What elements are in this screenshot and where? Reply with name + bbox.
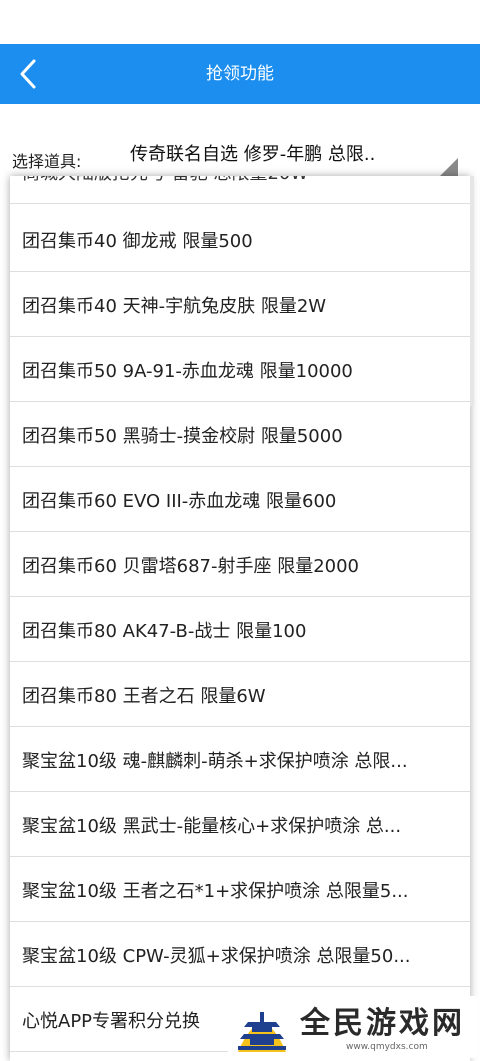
- dropdown-item-label: 团召集币60 EVO III-赤血龙魂 限量600: [22, 490, 337, 512]
- dropdown-item[interactable]: 团召集币80 王者之石 限量6W: [10, 663, 470, 727]
- dropdown-item-label: 团召集币80 王者之石 限量6W: [22, 685, 266, 707]
- dropdown-item-label: 团召集币50 黑骑士-摸金校尉 限量5000: [22, 425, 343, 447]
- dropdown-item[interactable]: 团召集币50 9A-91-赤血龙魂 限量10000: [10, 338, 470, 402]
- dropdown-item[interactable]: 聚宝盆10级 魂-麒麟刺-萌杀+求保护喷涂 总限...: [10, 728, 470, 792]
- page-title: 抢领功能: [206, 64, 274, 84]
- dropdown-item[interactable]: 聚宝盆10级 王者之石*1+求保护喷涂 总限量5...: [10, 858, 470, 922]
- dropdown-item-label: 聚宝盆10级 王者之石*1+求保护喷涂 总限量5...: [22, 880, 409, 902]
- scrollbar[interactable]: [470, 176, 474, 406]
- select-label: 选择道具:: [12, 152, 82, 171]
- dropdown-item[interactable]: 团召集币40 天神-宇航兔皮肤 限量2W: [10, 273, 470, 337]
- status-bar: [0, 0, 480, 44]
- dropdown-item[interactable]: 聚宝盆10级 CPW-灵狐+求保护喷涂 总限量50...: [10, 923, 470, 987]
- dropdown-item[interactable]: 团召集币60 EVO III-赤血龙魂 限量600: [10, 468, 470, 532]
- dropdown-item-label: 团召集币50 9A-91-赤血龙魂 限量10000: [22, 360, 353, 382]
- dropdown-item-label: 聚宝盆10级 黑武士-能量核心+求保护喷涂 总...: [22, 815, 402, 837]
- pagoda-logo-icon: [238, 1012, 286, 1052]
- watermark-url: www.qmydxs.com: [346, 1042, 428, 1052]
- dropdown-item-label: 团召集币80 AK47-B-战士 限量100: [22, 620, 307, 642]
- watermark-title: 全民游戏网: [300, 1006, 465, 1041]
- dropdown-item-label: 聚宝盆10级 CPW-灵狐+求保护喷涂 总限量50...: [22, 945, 411, 967]
- dropdown-item[interactable]: 团召集币40 御龙戒 限量500: [10, 208, 470, 272]
- dropdown-item-label: 团召集币40 天神-宇航兔皮肤 限量2W: [22, 295, 327, 317]
- dropdown-item-label: 商城大陆版抢先号 雷驰 总限量20W: [22, 176, 458, 185]
- item-select[interactable]: 传奇联名自选 修罗-年鹏 总限..: [130, 140, 430, 166]
- dropdown-item[interactable]: 聚宝盆10级 黑武士-能量核心+求保护喷涂 总...: [10, 793, 470, 857]
- dropdown-arrow-icon[interactable]: [440, 158, 458, 176]
- dropdown-item-label: 团召集币60 贝雷塔687-射手座 限量2000: [22, 555, 360, 577]
- dropdown-item-label: 团召集币40 御龙戒 限量500: [22, 230, 253, 252]
- watermark: 全民游戏网 www.qmydxs.com: [228, 996, 478, 1058]
- item-dropdown-list[interactable]: 商城大陆版抢先号 雷驰 总限量20W 团召集币40 御龙戒 限量500 团召集币…: [10, 176, 470, 1061]
- dropdown-item[interactable]: 团召集币80 AK47-B-战士 限量100: [10, 598, 470, 662]
- dropdown-item-label: 聚宝盆10级 魂-麒麟刺-萌杀+求保护喷涂 总限...: [22, 750, 408, 772]
- dropdown-item[interactable]: 团召集币50 黑骑士-摸金校尉 限量5000: [10, 403, 470, 467]
- app-header: 抢领功能: [0, 44, 480, 104]
- dropdown-item[interactable]: 商城大陆版抢先号 雷驰 总限量20W: [10, 176, 470, 204]
- dropdown-item[interactable]: 团召集币60 贝雷塔687-射手座 限量2000: [10, 533, 470, 597]
